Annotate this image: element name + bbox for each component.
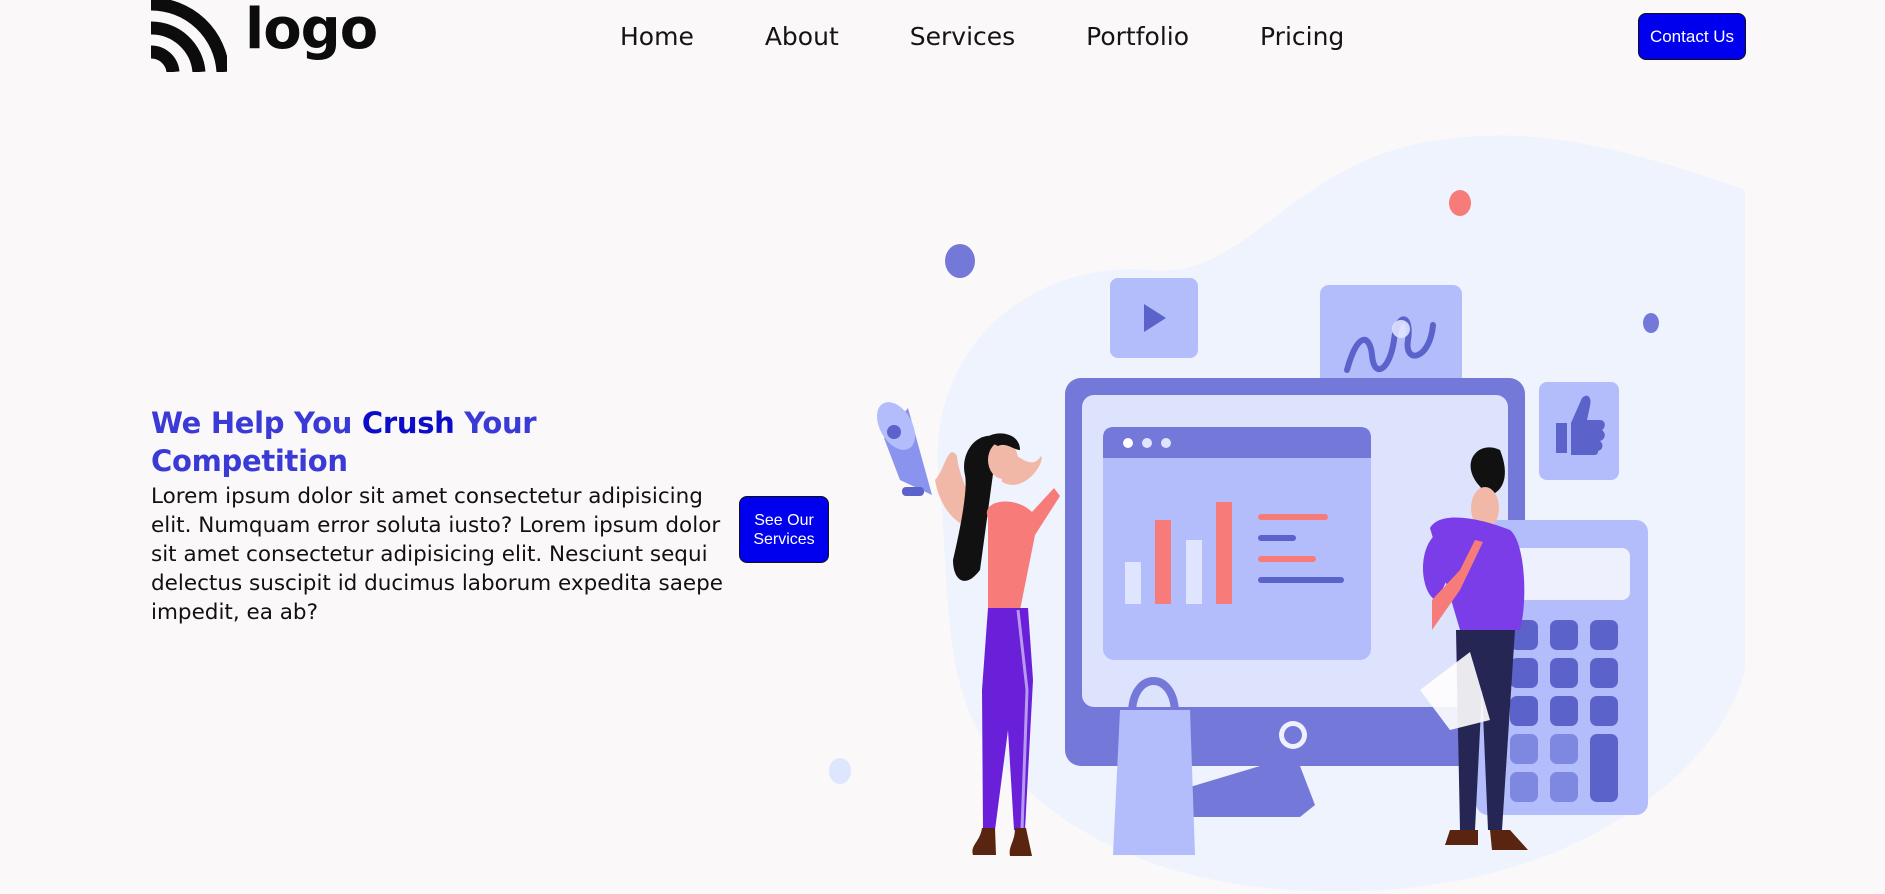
logo[interactable]: logo — [151, 0, 378, 72]
hero-title-accent: Crush — [361, 406, 455, 440]
hero-illustration — [829, 135, 1745, 892]
nav-home[interactable]: Home — [620, 18, 694, 56]
megaphone-icon — [877, 402, 932, 496]
play-icon — [1110, 278, 1198, 358]
hero-title-part1: We Help You — [151, 406, 362, 440]
dot-purple — [945, 244, 975, 278]
nav-pricing[interactable]: Pricing — [1260, 18, 1344, 56]
logo-text: logo — [245, 0, 378, 62]
nav-portfolio[interactable]: Portfolio — [1086, 18, 1189, 56]
logo-mark-icon — [151, 0, 227, 72]
hero-title: We Help You Crush Your Competition — [151, 404, 741, 480]
see-our-services-button[interactable]: See Our Services — [739, 496, 829, 563]
hero-body: Lorem ipsum dolor sit amet consectetur a… — [151, 484, 724, 625]
dot-coral — [1449, 190, 1471, 216]
browser-window — [1103, 427, 1371, 660]
dot-light — [829, 758, 851, 784]
main-nav: Home About Services Portfolio Pricing — [620, 18, 1344, 56]
contact-us-button[interactable]: Contact Us — [1638, 13, 1746, 60]
dot-small-purple — [1643, 313, 1659, 333]
thumbs-up-icon — [1539, 382, 1619, 480]
nav-services[interactable]: Services — [910, 18, 1015, 56]
hero-text: We Help You Crush Your Competition Lorem… — [151, 404, 741, 627]
nav-about[interactable]: About — [765, 18, 839, 56]
